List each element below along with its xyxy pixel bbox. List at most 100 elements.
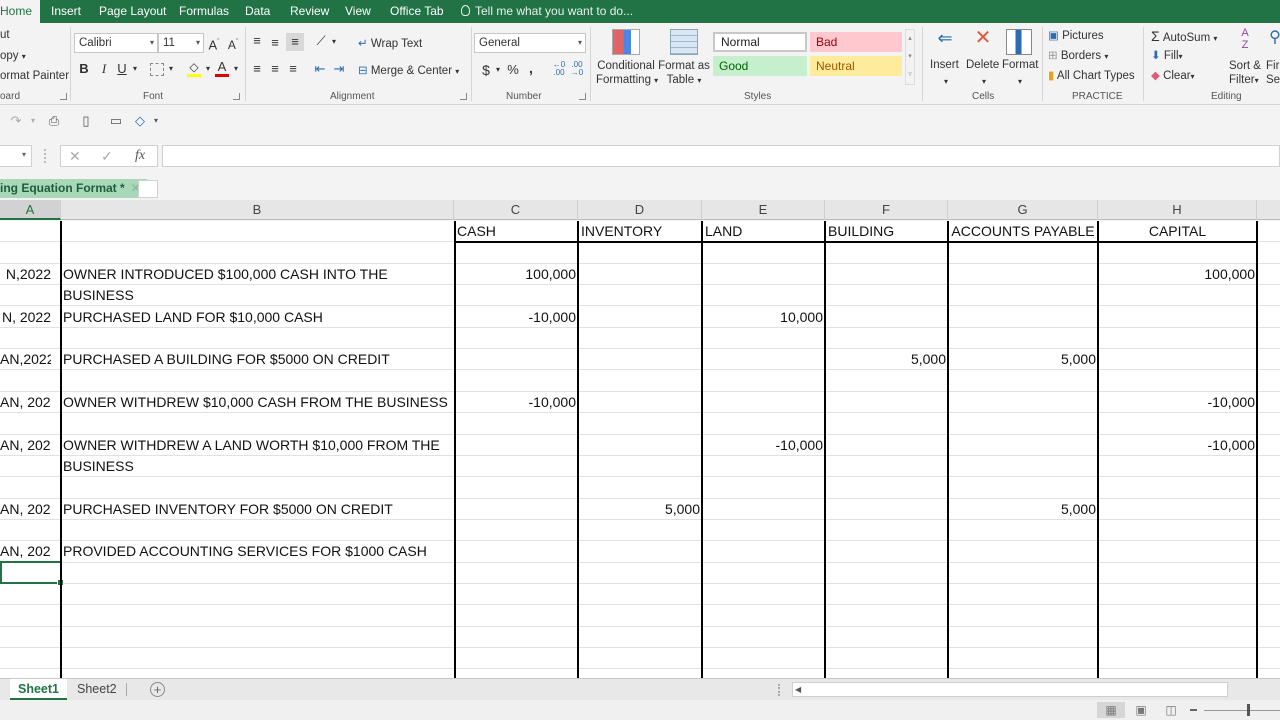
tab-page-layout[interactable]: Page Layout: [99, 0, 166, 23]
header-cash[interactable]: CASH: [457, 221, 496, 242]
horizontal-scrollbar[interactable]: ◀: [792, 682, 1228, 697]
clear-button[interactable]: ◆ Clear▾: [1151, 68, 1195, 82]
date-cell[interactable]: N,2022: [0, 264, 51, 285]
accounts-payable-cell[interactable]: 5,000: [976, 499, 1096, 520]
format-cells-button[interactable]: Format: [1002, 59, 1038, 71]
chevron-down-icon[interactable]: ▾: [25, 113, 41, 129]
increase-indent-icon[interactable]: ⇥: [332, 60, 346, 78]
merge-center-button[interactable]: ⊟ Merge & Center ▾: [358, 63, 459, 77]
chevron-down-icon[interactable]: ▾: [167, 60, 175, 78]
pictures-button[interactable]: ▣ Pictures: [1048, 28, 1104, 42]
bottom-align-icon[interactable]: ≡: [286, 33, 304, 51]
page-break-view-icon[interactable]: ◫: [1157, 702, 1185, 718]
chevron-down-icon[interactable]: ▾: [131, 60, 139, 78]
column-header-c[interactable]: C: [454, 200, 578, 220]
tab-office-tab[interactable]: Office Tab: [390, 0, 444, 23]
description-cell[interactable]: OWNER INTRODUCED $100,000 CASH INTO THE …: [63, 264, 453, 306]
header-land[interactable]: LAND: [705, 221, 742, 242]
percent-button[interactable]: %: [506, 61, 520, 79]
sort-filter-button[interactable]: Sort & Filter▾: [1229, 59, 1261, 88]
tab-view[interactable]: View: [345, 0, 371, 23]
chevron-down-icon[interactable]: ▾: [494, 61, 502, 79]
bold-button[interactable]: B: [78, 60, 90, 78]
description-cell[interactable]: PURCHASED LAND FOR $10,000 CASH: [63, 307, 453, 328]
cancel-icon[interactable]: ✕: [69, 148, 81, 165]
building-cell[interactable]: 5,000: [826, 349, 946, 370]
description-cell[interactable]: OWNER WITHDREW A LAND WORTH $10,000 FROM…: [63, 435, 453, 477]
tab-data[interactable]: Data: [245, 0, 270, 23]
chevron-down-icon[interactable]: ▾: [232, 60, 240, 78]
decrease-font-size-icon[interactable]: Aˇ: [226, 34, 240, 54]
cash-cell[interactable]: -10,000: [456, 307, 576, 328]
description-cell[interactable]: PURCHASED INVENTORY FOR $5000 ON CREDIT: [63, 499, 453, 520]
scroll-left-icon[interactable]: ◀: [795, 683, 801, 696]
underline-button[interactable]: U: [116, 60, 128, 78]
decrease-indent-icon[interactable]: ⇤: [313, 60, 327, 78]
italic-button[interactable]: I: [98, 60, 110, 78]
tell-me-search[interactable]: Tell me what you want to do...: [461, 0, 633, 23]
decrease-decimal-icon[interactable]: .00 →0: [570, 61, 584, 77]
tab-review[interactable]: Review: [290, 0, 329, 23]
number-launcher-icon[interactable]: [579, 93, 586, 100]
format-as-table-button[interactable]: Format as Table ▾: [658, 59, 710, 88]
land-cell[interactable]: -10,000: [703, 435, 823, 456]
fill-color-icon[interactable]: ◇: [186, 58, 202, 78]
middle-align-icon[interactable]: ≡: [268, 34, 282, 52]
redo-icon[interactable]: ↷: [8, 113, 24, 129]
column-header-h[interactable]: H: [1098, 200, 1257, 220]
tab-home[interactable]: Home: [0, 0, 41, 23]
column-header-a[interactable]: A: [0, 200, 61, 220]
inventory-cell[interactable]: 5,000: [580, 499, 700, 520]
capital-cell[interactable]: -10,000: [1135, 392, 1255, 413]
copy-button[interactable]: opy ▾: [0, 50, 26, 62]
scroll-split-handle[interactable]: [778, 684, 780, 696]
currency-button[interactable]: $: [480, 61, 492, 79]
capital-cell[interactable]: -10,000: [1135, 435, 1255, 456]
styles-scroll[interactable]: ▴ ▾ ▿: [905, 29, 915, 85]
column-header-b[interactable]: B: [61, 200, 454, 220]
name-box[interactable]: ▾: [0, 145, 32, 167]
fill-button[interactable]: ⬇ Fill▾: [1151, 48, 1183, 62]
borders-button[interactable]: ⊞ Borders ▾: [1048, 48, 1108, 62]
increase-font-size-icon[interactable]: Aˆ: [207, 34, 221, 54]
cash-cell[interactable]: -10,000: [456, 392, 576, 413]
header-capital[interactable]: CAPITAL: [1098, 221, 1257, 242]
column-header-e[interactable]: E: [702, 200, 825, 220]
new-document-icon[interactable]: ▯: [78, 113, 94, 129]
comma-button[interactable]: ,: [526, 59, 536, 77]
date-cell[interactable]: AN, 2022: [0, 392, 51, 413]
font-size-select[interactable]: 11 ▾: [158, 33, 204, 53]
accounts-payable-cell[interactable]: 5,000: [976, 349, 1096, 370]
zoom-slider-track[interactable]: [1204, 710, 1280, 711]
capital-cell[interactable]: 100,000: [1135, 264, 1255, 285]
chevron-down-icon[interactable]: ▾: [330, 33, 338, 51]
tab-formulas[interactable]: Formulas: [179, 0, 229, 23]
insert-function-icon[interactable]: fx: [135, 148, 145, 164]
chevron-down-icon[interactable]: ▾: [204, 60, 212, 78]
zoom-slider-thumb[interactable]: [1247, 704, 1250, 716]
format-painter-button[interactable]: ormat Painter: [0, 70, 69, 82]
formula-input[interactable]: [162, 145, 1280, 167]
style-bad[interactable]: Bad: [810, 32, 902, 52]
date-cell[interactable]: N, 2022: [0, 307, 51, 328]
find-select-button[interactable]: Fir Sel: [1266, 59, 1280, 87]
chevron-down-icon[interactable]: ▾: [942, 73, 950, 91]
wrap-text-button[interactable]: ↵ Wrap Text: [358, 36, 422, 50]
new-document-tab[interactable]: [138, 180, 158, 198]
alignment-launcher-icon[interactable]: [460, 93, 467, 100]
align-right-icon[interactable]: ≡: [286, 60, 300, 78]
cash-cell[interactable]: 100,000: [456, 264, 576, 285]
chevron-down-icon[interactable]: ▾: [980, 73, 988, 91]
style-neutral[interactable]: Neutral: [810, 56, 902, 76]
clipboard-launcher-icon[interactable]: [60, 93, 67, 100]
description-cell[interactable]: PROVIDED ACCOUNTING SERVICES FOR $1000 C…: [63, 541, 453, 562]
date-cell[interactable]: AN,2022: [0, 349, 51, 370]
shapes-icon[interactable]: ◇: [132, 113, 148, 129]
tab-insert[interactable]: Insert: [51, 0, 81, 23]
increase-decimal-icon[interactable]: ←0.00: [552, 61, 566, 77]
conditional-formatting-button[interactable]: Conditional Formatting ▾: [596, 59, 658, 88]
font-color-icon[interactable]: A: [214, 58, 230, 78]
column-header-g[interactable]: G: [948, 200, 1098, 220]
sheet-tab-sheet1[interactable]: Sheet1: [10, 679, 67, 700]
style-normal[interactable]: Normal: [713, 32, 807, 52]
